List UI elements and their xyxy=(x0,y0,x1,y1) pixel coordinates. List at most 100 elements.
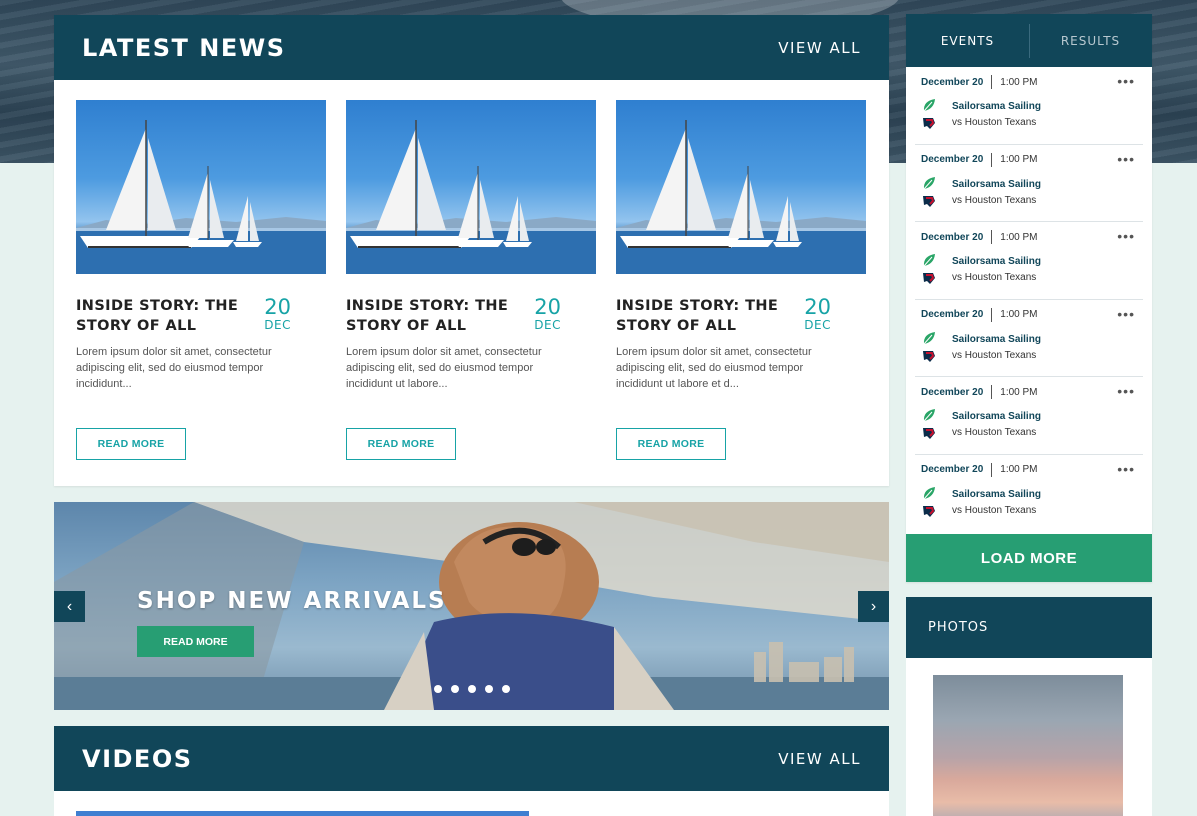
event-body: Sailorsama Sailing vs Houston Texans xyxy=(921,330,1137,364)
event-home-team[interactable]: Sailorsama Sailing xyxy=(952,177,1041,193)
promo-read-more-button[interactable]: READ MORE xyxy=(137,626,254,657)
video-thumbnail[interactable] xyxy=(76,811,529,816)
news-image[interactable] xyxy=(346,100,596,274)
news-card-list: INSIDE STORY: THE STORY OF ALL 20 DEC Lo… xyxy=(76,100,866,460)
news-read-more-button[interactable]: READ MORE xyxy=(76,428,186,460)
leaf-logo-icon xyxy=(923,99,935,112)
event-item[interactable]: December 20 1:00 PM ••• Sailorsama Saili… xyxy=(915,222,1143,300)
event-time: 1:00 PM xyxy=(1000,154,1038,165)
videos-title: VIDEOS xyxy=(82,744,193,773)
more-dots-icon[interactable]: ••• xyxy=(1117,151,1135,167)
event-date: December 20 xyxy=(921,76,984,88)
team-logos xyxy=(921,175,943,209)
event-head: December 20 1:00 PM xyxy=(921,307,1137,322)
event-date: December 20 xyxy=(921,231,984,243)
event-time: 1:00 PM xyxy=(1000,76,1038,88)
event-time: 1:00 PM xyxy=(1000,309,1038,320)
slider-dot[interactable] xyxy=(485,685,493,693)
event-away-team: vs Houston Texans xyxy=(952,272,1037,283)
photos-panel: PHOTOS xyxy=(906,597,1152,816)
news-excerpt: Lorem ipsum dolor sit amet, consectetur … xyxy=(76,346,272,390)
event-item[interactable]: December 20 1:00 PM ••• Sailorsama Saili… xyxy=(915,455,1143,533)
news-meta: INSIDE STORY: THE STORY OF ALL 20 DEC Lo… xyxy=(616,296,866,392)
more-dots-icon[interactable]: ••• xyxy=(1117,306,1135,322)
event-head: December 20 1:00 PM xyxy=(921,75,1137,89)
event-item[interactable]: December 20 1:00 PM ••• Sailorsama Saili… xyxy=(915,145,1143,222)
team-logos xyxy=(921,485,943,519)
event-home-team[interactable]: Sailorsama Sailing xyxy=(952,409,1041,425)
news-image[interactable] xyxy=(616,100,866,274)
event-item[interactable]: December 20 1:00 PM ••• Sailorsama Saili… xyxy=(915,67,1143,145)
tab-results[interactable]: RESULTS xyxy=(1029,14,1152,67)
event-home-team[interactable]: Sailorsama Sailing xyxy=(952,332,1041,348)
divider xyxy=(991,230,993,244)
event-item[interactable]: December 20 1:00 PM ••• Sailorsama Saili… xyxy=(915,377,1143,455)
team-logos xyxy=(921,252,943,286)
slider-dot[interactable] xyxy=(468,685,476,693)
chevron-right-icon[interactable]: › xyxy=(858,591,889,622)
load-more-button[interactable]: LOAD MORE xyxy=(906,534,1152,582)
event-time: 1:00 PM xyxy=(1000,231,1038,243)
event-home-team[interactable]: Sailorsama Sailing xyxy=(952,99,1041,115)
leaf-logo-icon xyxy=(923,176,935,189)
event-date: December 20 xyxy=(921,464,984,475)
divider xyxy=(991,385,993,399)
events-tabs: EVENTS RESULTS xyxy=(906,14,1152,67)
event-home-team[interactable]: Sailorsama Sailing xyxy=(952,487,1041,503)
leaf-logo-icon xyxy=(923,331,935,344)
news-title[interactable]: INSIDE STORY: THE STORY OF ALL xyxy=(346,296,516,336)
slider-dot[interactable] xyxy=(434,685,442,693)
photo-thumbnail[interactable] xyxy=(933,675,1123,816)
event-body: Sailorsama Sailing vs Houston Texans xyxy=(921,252,1137,286)
more-dots-icon[interactable]: ••• xyxy=(1117,383,1135,399)
team-logos xyxy=(921,330,943,364)
news-date-day: 20 xyxy=(534,295,561,319)
latest-news-panel: LATEST NEWS VIEW ALL INSIDE STORY: THE S… xyxy=(54,15,889,486)
news-date-day: 20 xyxy=(264,295,291,319)
news-read-more-button[interactable]: READ MORE xyxy=(346,428,456,460)
news-read-more-button[interactable]: READ MORE xyxy=(616,428,726,460)
event-home-team[interactable]: Sailorsama Sailing xyxy=(952,254,1041,270)
more-dots-icon[interactable]: ••• xyxy=(1117,228,1135,244)
news-meta: INSIDE STORY: THE STORY OF ALL 20 DEC Lo… xyxy=(346,296,596,392)
news-title[interactable]: INSIDE STORY: THE STORY OF ALL xyxy=(616,296,786,336)
news-meta: INSIDE STORY: THE STORY OF ALL 20 DEC Lo… xyxy=(76,296,326,392)
news-card: INSIDE STORY: THE STORY OF ALL 20 DEC Lo… xyxy=(76,100,326,460)
leaf-logo-icon xyxy=(923,409,935,422)
latest-news-title: LATEST NEWS xyxy=(82,33,286,62)
news-date-month: DEC xyxy=(264,318,291,332)
news-card: INSIDE STORY: THE STORY OF ALL 20 DEC Lo… xyxy=(346,100,596,460)
news-date: 20 DEC xyxy=(804,296,831,332)
event-body: Sailorsama Sailing vs Houston Texans xyxy=(921,407,1137,441)
latest-news-header: LATEST NEWS VIEW ALL xyxy=(54,15,889,80)
event-away-team: vs Houston Texans xyxy=(952,427,1037,438)
event-body: Sailorsama Sailing vs Houston Texans xyxy=(921,175,1137,209)
news-date-month: DEC xyxy=(804,318,831,332)
team-logos xyxy=(921,407,943,441)
more-dots-icon[interactable]: ••• xyxy=(1117,461,1135,477)
texans-logo-icon xyxy=(923,195,935,207)
slider-dot[interactable] xyxy=(451,685,459,693)
news-title[interactable]: INSIDE STORY: THE STORY OF ALL xyxy=(76,296,246,336)
divider xyxy=(991,307,993,322)
texans-logo-icon xyxy=(923,273,935,284)
news-date: 20 DEC xyxy=(264,296,291,332)
event-teams: Sailorsama Sailing vs Houston Texans xyxy=(952,485,1041,519)
news-image[interactable] xyxy=(76,100,326,274)
slider-dot[interactable] xyxy=(502,685,510,693)
videos-view-all-link[interactable]: VIEW ALL xyxy=(778,750,861,768)
event-date: December 20 xyxy=(921,154,984,165)
texans-logo-icon xyxy=(923,428,935,439)
event-head: December 20 1:00 PM xyxy=(921,385,1137,399)
promo-banner: SHOP NEW ARRIVALS READ MORE ‹ › xyxy=(54,502,889,710)
news-view-all-link[interactable]: VIEW ALL xyxy=(778,39,861,57)
chevron-left-icon[interactable]: ‹ xyxy=(54,591,85,622)
event-item[interactable]: December 20 1:00 PM ••• Sailorsama Saili… xyxy=(915,300,1143,377)
news-date-month: DEC xyxy=(534,318,561,332)
team-logos xyxy=(921,97,943,131)
more-dots-icon[interactable]: ••• xyxy=(1117,73,1135,89)
divider xyxy=(991,75,993,89)
tab-events[interactable]: EVENTS xyxy=(906,14,1029,67)
divider xyxy=(991,152,993,167)
texans-logo-icon xyxy=(923,118,935,129)
